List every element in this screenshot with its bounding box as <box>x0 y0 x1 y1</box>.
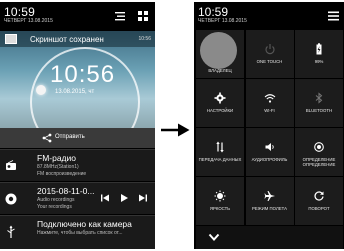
tile-label: ЯРКОСТЬ <box>209 206 231 211</box>
notification-line: Нажмите, чтобы выбрать список от... <box>37 230 123 236</box>
tile-one-touch[interactable]: ONE TOUCH <box>245 30 294 78</box>
owner-avatar-icon <box>200 32 237 69</box>
tile-label: АУДИОПРОФИЛЬ <box>251 157 288 162</box>
clock-time: 10:56 <box>50 61 116 88</box>
collapse-bar[interactable] <box>196 226 343 249</box>
quick-settings-screen: 10:59 ЧЕТВЕРГ 13.08.2015 ВЛАДЕЛЕЦ ONE TO… <box>194 2 344 249</box>
equalizer-icon[interactable] <box>114 10 126 22</box>
tile-label: ПЕРЕДАЧА ДАННЫХ <box>198 157 242 162</box>
location-icon <box>314 142 324 152</box>
usb-icon <box>7 225 15 238</box>
tile-label: BLUETOOTH <box>305 108 333 113</box>
transition-arrow-icon <box>161 123 190 137</box>
status-time: 10:59 <box>198 5 229 19</box>
screenshot-thumbnail-icon <box>5 34 17 44</box>
tile-label: WI-FI <box>264 108 275 113</box>
brightness-icon <box>214 190 226 202</box>
tile-wifi[interactable]: WI-FI <box>245 79 294 127</box>
screenshot-header: Скриншот сохранен 10:56 <box>0 31 155 47</box>
tile-label: ONE TOUCH <box>256 59 283 64</box>
tile-bluetooth[interactable]: BLUETOOTH <box>295 79 343 127</box>
screenshot-notification[interactable]: 10:56 13.08.2015, чт Скриншот сохранен 1… <box>0 31 155 128</box>
notification-shade-screen: 10:59 ЧЕТВЕРГ 13.08.2015 10:56 13.08.201… <box>0 2 155 249</box>
status-date: ЧЕТВЕРГ 13.08.2015 <box>4 18 53 24</box>
airplane-icon <box>264 191 275 201</box>
weather-sun-icon <box>36 85 46 95</box>
tile-data-transfer[interactable]: ПЕРЕДАЧА ДАННЫХ <box>196 128 244 176</box>
notification-title: FM-радио <box>37 153 76 163</box>
tile-label: 99% <box>314 59 324 64</box>
next-icon[interactable] <box>138 193 148 203</box>
rotate-icon <box>314 191 324 201</box>
quick-settings-grid: ВЛАДЕЛЕЦ ONE TOUCH 99% НАСТРОЙКИ WI-FI B… <box>196 30 343 225</box>
camera-connection-notification[interactable]: Подключено как камера Нажмите, чтобы выб… <box>0 215 155 249</box>
power-icon <box>264 44 275 55</box>
notification-title: 2015-08-11-0... <box>37 186 95 196</box>
tile-audio-profile[interactable]: АУДИОПРОФИЛЬ <box>245 128 294 176</box>
previous-icon[interactable] <box>100 193 110 203</box>
record-icon <box>5 193 17 205</box>
clock-date: 13.08.2015, чт <box>55 89 95 95</box>
notification-title: Подключено как камера <box>37 219 132 229</box>
tile-label: НАСТРОЙКИ <box>206 108 234 113</box>
play-icon[interactable] <box>119 193 129 203</box>
share-icon <box>42 133 52 143</box>
tile-location[interactable]: ОПРЕДЕЛЕНИЕ ОПРЕДЕЛЕНИЕ <box>295 128 343 176</box>
notification-line: 87.8MHz(Station1) <box>37 164 79 170</box>
tile-brightness[interactable]: ЯРКОСТЬ <box>196 177 244 225</box>
notification-line: FM воспроизведение <box>37 171 87 177</box>
tile-battery[interactable]: 99% <box>295 30 343 78</box>
radio-icon <box>6 160 16 170</box>
tile-settings[interactable]: НАСТРОЙКИ <box>196 79 244 127</box>
screenshot-title: Скриншот сохранен <box>30 35 104 44</box>
tile-owner[interactable]: ВЛАДЕЛЕЦ <box>196 30 244 78</box>
data-transfer-icon <box>216 141 224 153</box>
tile-airplane-mode[interactable]: РЕЖИМ ПОЛЕТА <box>245 177 294 225</box>
settings-gear-icon <box>214 92 226 104</box>
status-time: 10:59 <box>4 5 36 19</box>
share-button[interactable]: Отправить <box>0 128 155 148</box>
tile-label: РЕЖИМ ПОЛЕТА <box>252 206 287 211</box>
chevron-down-icon[interactable] <box>208 232 220 242</box>
share-label: Отправить <box>55 134 85 140</box>
list-view-icon[interactable] <box>328 11 339 21</box>
tile-label: ОПРЕДЕЛЕНИЕ ОПРЕДЕЛЕНИЕ <box>302 157 336 168</box>
tile-label: ПОВОРОТ <box>308 206 330 211</box>
battery-icon <box>316 43 322 55</box>
audio-profile-icon <box>265 143 274 151</box>
fm-radio-notification[interactable]: FM-радио 87.8MHz(Station1) FM воспроизве… <box>0 149 155 181</box>
bluetooth-icon <box>315 92 323 104</box>
notification-line: Your recordings <box>37 204 72 210</box>
tile-label: ВЛАДЕЛЕЦ <box>208 68 232 73</box>
wifi-icon <box>264 94 275 103</box>
audio-recording-notification[interactable]: 2015-08-11-0... Audio recordings Your re… <box>0 182 155 214</box>
tile-rotation[interactable]: ПОВОРОТ <box>295 177 343 225</box>
notification-line: Audio recordings <box>37 197 75 203</box>
screenshot-time: 10:56 <box>138 36 151 42</box>
quick-settings-grid-icon[interactable] <box>137 10 149 22</box>
status-date: ЧЕТВЕРГ 13.08.2015 <box>198 18 247 24</box>
